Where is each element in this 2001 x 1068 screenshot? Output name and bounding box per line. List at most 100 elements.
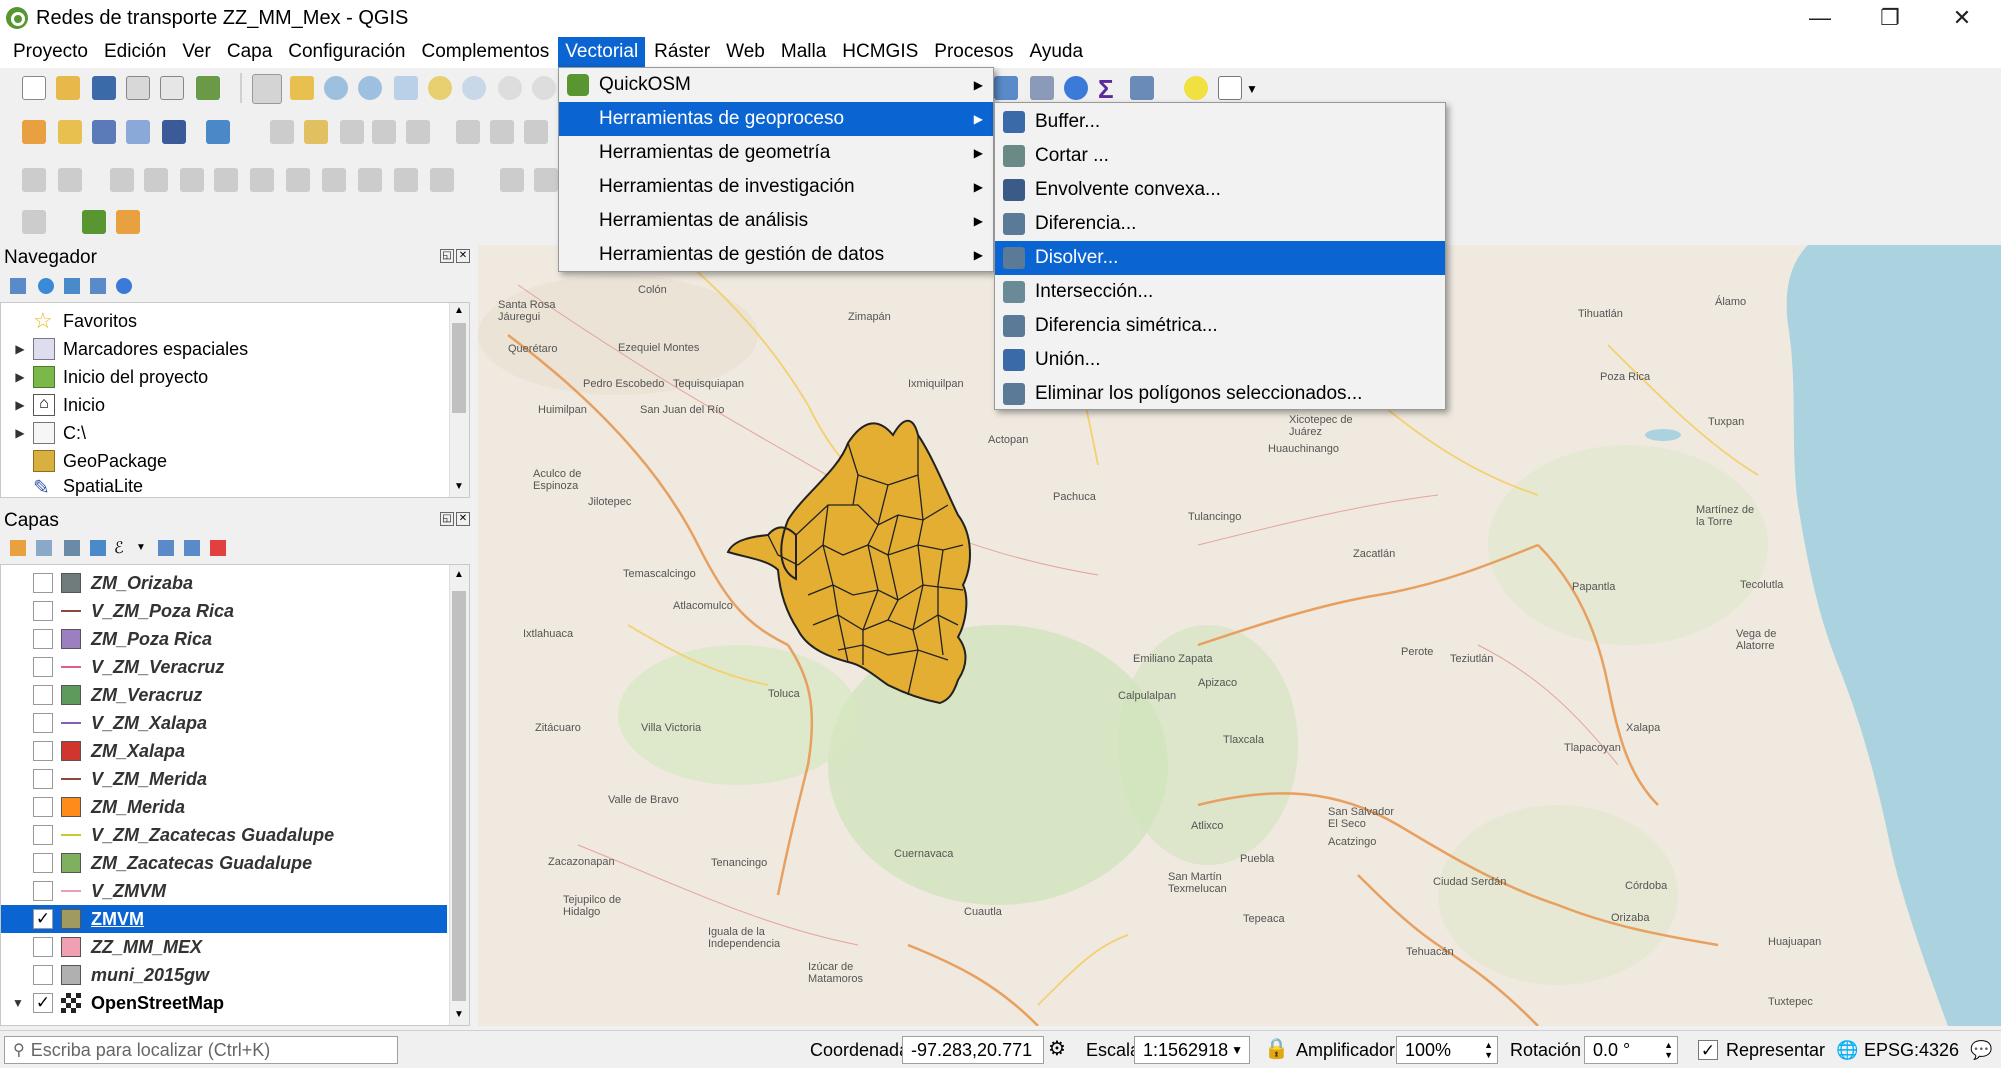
zoom-selection-icon[interactable]	[428, 76, 452, 100]
menu-item-union[interactable]: Unión...	[995, 343, 1445, 377]
text-annotation-icon[interactable]	[1218, 76, 1242, 100]
manage-themes-icon[interactable]	[64, 540, 80, 556]
menu-item-clip[interactable]: Cortar ...	[995, 139, 1445, 173]
menu-vectorial[interactable]: Vectorial	[558, 37, 646, 67]
menu-item-buffer[interactable]: Buffer...	[995, 105, 1445, 139]
digitize-tool-2-icon[interactable]	[58, 168, 82, 192]
menu-item-geometry-tools[interactable]: Herramientas de geometría ▶	[559, 136, 993, 170]
new-project-icon[interactable]	[22, 76, 46, 100]
zoom-out-icon[interactable]	[358, 76, 382, 100]
menu-item-research-tools[interactable]: Herramientas de investigación ▶	[559, 170, 993, 204]
menu-item-convex-hull[interactable]: Envolvente convexa...	[995, 173, 1445, 207]
layer-visibility-checkbox[interactable]	[33, 629, 53, 649]
layer-visibility-checkbox[interactable]	[33, 881, 53, 901]
locator-search-input[interactable]: ⚲ Escriba para localizar (Ctrl+K)	[4, 1036, 398, 1064]
scale-combobox[interactable]: 1:1562918 ▼	[1134, 1036, 1250, 1064]
pan-to-selection-icon[interactable]	[290, 76, 314, 100]
add-selected-layers-icon[interactable]	[10, 278, 26, 294]
nav-item-inicio[interactable]: ▶ ⌂ Inicio	[1, 391, 105, 419]
spin-arrows-icon[interactable]: ▲ ▼	[1664, 1040, 1673, 1060]
digitize-tool-3-icon[interactable]	[110, 168, 134, 192]
digitize-tool-12-icon[interactable]	[430, 168, 454, 192]
menu-proyecto[interactable]: Proyecto	[6, 37, 95, 67]
menu-complementos[interactable]: Complementos	[415, 37, 557, 67]
layer-visibility-checkbox[interactable]	[33, 769, 53, 789]
layer-item[interactable]: ZM_Xalapa	[1, 737, 447, 765]
coordinate-field[interactable]: -97.283,20.771	[902, 1036, 1044, 1064]
restore-button[interactable]: ❐	[1860, 0, 1920, 36]
close-panel-icon[interactable]: ✕	[456, 249, 470, 263]
layer-styling-icon[interactable]	[10, 540, 26, 556]
save-project-icon[interactable]	[92, 76, 116, 100]
open-project-icon[interactable]	[56, 76, 80, 100]
data-source-manager-icon[interactable]	[22, 120, 46, 144]
menu-malla[interactable]: Malla	[774, 37, 833, 67]
lock-scale-icon[interactable]: 🔒	[1264, 1036, 1289, 1061]
expand-all-icon[interactable]	[158, 540, 174, 556]
layer-item[interactable]: muni_2015gw	[1, 961, 447, 989]
nav-item-marcadores[interactable]: ▶ Marcadores espaciales	[1, 335, 248, 363]
menu-ver[interactable]: Ver	[175, 37, 218, 67]
menu-web[interactable]: Web	[719, 37, 772, 67]
scroll-down-icon[interactable]: ▼	[454, 1009, 464, 1020]
digitize-tool-8-icon[interactable]	[286, 168, 310, 192]
digitize-icon[interactable]	[126, 120, 150, 144]
toggle-editing-icon[interactable]	[206, 120, 230, 144]
zoom-native-icon[interactable]	[498, 76, 522, 100]
extents-toggle-icon[interactable]: ⚙	[1048, 1036, 1066, 1061]
digitize-tool-4-icon[interactable]	[144, 168, 168, 192]
collapse-group-icon[interactable]: ▼	[11, 996, 25, 1010]
scroll-thumb[interactable]	[452, 323, 466, 413]
refresh-icon[interactable]	[38, 278, 54, 294]
edit-pencil-icon[interactable]	[270, 120, 294, 144]
menu-item-geoprocess-tools[interactable]: Herramientas de geoproceso ▶	[559, 102, 993, 136]
field-calculator-icon[interactable]	[1030, 76, 1054, 100]
menu-item-eliminate-polygons[interactable]: Eliminar los polígonos seleccionados...	[995, 377, 1445, 411]
expand-icon[interactable]: ▶	[13, 342, 27, 356]
layer-item[interactable]: ▼ ✓ OpenStreetMap	[1, 989, 447, 1017]
layer-item[interactable]: V_ZM_Merida	[1, 765, 447, 793]
navigator-scrollbar[interactable]: ▲ ▼	[449, 303, 469, 497]
scroll-down-icon[interactable]: ▼	[454, 481, 464, 492]
expand-icon[interactable]: ▶	[13, 398, 27, 412]
layer-visibility-checkbox[interactable]	[33, 713, 53, 733]
chevron-down-icon[interactable]: ▼	[136, 542, 146, 553]
layer-item[interactable]: ZM_Orizaba	[1, 569, 447, 597]
scroll-up-icon[interactable]: ▲	[454, 569, 464, 580]
scroll-up-icon[interactable]: ▲	[454, 305, 464, 316]
digitize-tool-6-icon[interactable]	[214, 168, 238, 192]
hcmgis-toolbar-icon[interactable]	[116, 210, 140, 234]
map-tips-icon[interactable]	[1184, 76, 1208, 100]
zoom-last-icon[interactable]	[532, 76, 556, 100]
modify-attributes-icon[interactable]	[456, 120, 480, 144]
add-group-icon[interactable]	[36, 540, 52, 556]
menu-item-intersection[interactable]: Intersección...	[995, 275, 1445, 309]
layer-visibility-checkbox[interactable]	[33, 573, 53, 593]
layer-item[interactable]: ZM_Zacatecas Guadalupe	[1, 849, 447, 877]
layer-visibility-checkbox[interactable]	[33, 657, 53, 677]
menu-hcmgis[interactable]: HCMGIS	[835, 37, 925, 67]
minimize-button[interactable]: —	[1790, 0, 1850, 36]
collapse-all-icon[interactable]	[90, 278, 106, 294]
menu-ayuda[interactable]: Ayuda	[1022, 37, 1090, 67]
attribute-table-icon[interactable]	[994, 76, 1018, 100]
layer-item[interactable]: ZM_Veracruz	[1, 681, 447, 709]
layer-visibility-checkbox[interactable]	[33, 797, 53, 817]
nav-item-c-drive[interactable]: ▶ C:\	[1, 419, 86, 447]
measure-icon[interactable]	[1130, 76, 1154, 100]
print-layout-icon[interactable]	[160, 76, 184, 100]
filter-icon[interactable]	[64, 278, 80, 294]
expand-icon[interactable]: ▶	[13, 370, 27, 384]
close-panel-icon[interactable]: ✕	[456, 512, 470, 526]
layer-visibility-checkbox[interactable]: ✓	[33, 993, 53, 1013]
digitize-tool-1-icon[interactable]	[22, 168, 46, 192]
pan-map-icon[interactable]	[252, 74, 282, 104]
digitize-tool-5-icon[interactable]	[180, 168, 204, 192]
layer-item[interactable]: V_ZM_Veracruz	[1, 653, 447, 681]
digitize-tool-13-icon[interactable]	[500, 168, 524, 192]
nav-item-spatialite[interactable]: ✎ SpatiaLite	[1, 475, 143, 498]
zoom-in-icon[interactable]	[324, 76, 348, 100]
processing-toolbox-icon[interactable]	[1064, 76, 1088, 100]
label-tool-icon[interactable]	[22, 210, 46, 234]
remove-layer-icon[interactable]	[210, 540, 226, 556]
